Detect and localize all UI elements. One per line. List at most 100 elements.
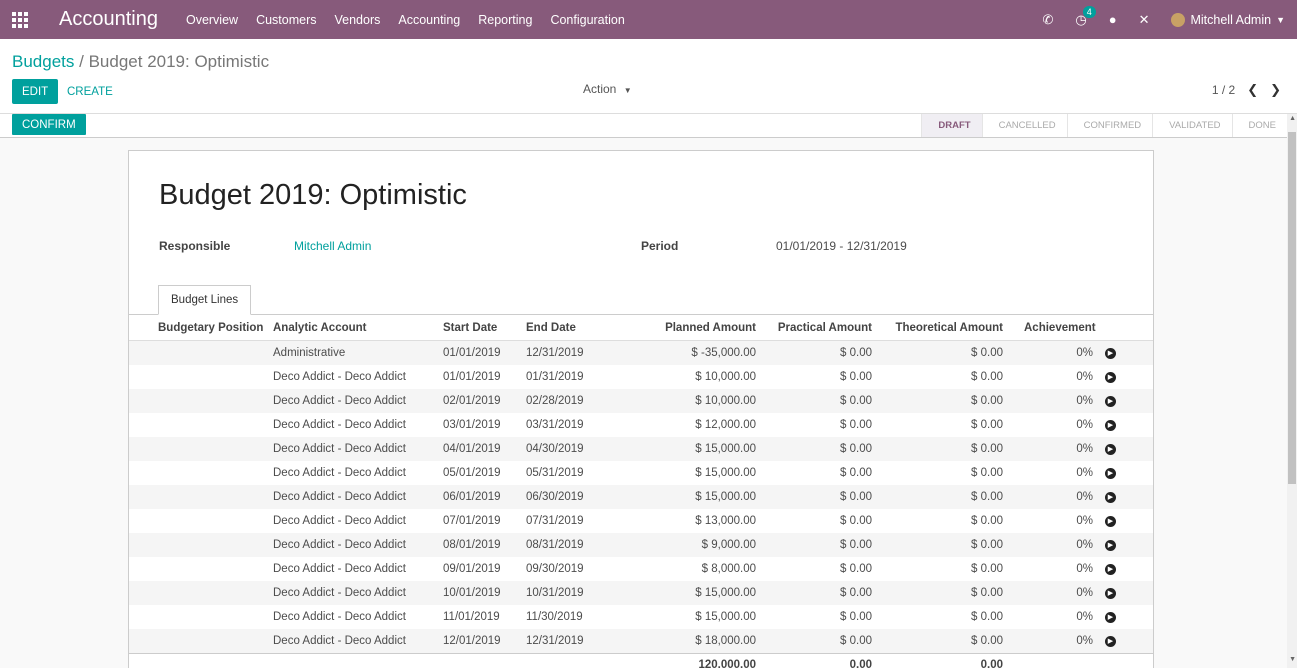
arrow-circle-right-icon[interactable]: ▶ bbox=[1093, 587, 1128, 599]
table-row[interactable]: Deco Addict - Deco Addict 08/01/2019 08/31… bbox=[129, 533, 1153, 557]
col-theoretical-amount[interactable]: Theoretical Amount bbox=[872, 322, 1003, 334]
cell-planned-amount: $ 10,000.00 bbox=[695, 371, 756, 383]
create-button[interactable]: CREATE bbox=[67, 79, 113, 104]
arrow-circle-right-icon[interactable]: ▶ bbox=[1093, 611, 1128, 623]
menu-item-vendors[interactable]: Vendors bbox=[335, 13, 381, 27]
arrow-circle-right-icon[interactable]: ▶ bbox=[1093, 347, 1128, 359]
cell-analytic-account: Deco Addict - Deco Addict bbox=[273, 611, 406, 623]
cell-analytic-account: Deco Addict - Deco Addict bbox=[273, 539, 406, 551]
cell-theoretical-amount: $ 0.00 bbox=[971, 635, 1003, 647]
scroll-down-icon[interactable]: ▼ bbox=[1289, 656, 1296, 663]
col-start-date[interactable]: Start Date bbox=[443, 322, 526, 334]
confirm-button[interactable]: CONFIRM bbox=[12, 114, 86, 135]
menu-item-accounting[interactable]: Accounting bbox=[398, 13, 460, 27]
col-planned-amount[interactable]: Planned Amount bbox=[601, 322, 756, 334]
table-row[interactable]: Deco Addict - Deco Addict 02/01/2019 02/28… bbox=[129, 389, 1153, 413]
table-row[interactable]: Deco Addict - Deco Addict 01/01/2019 01/31… bbox=[129, 365, 1153, 389]
breadcrumb-budgets[interactable]: Budgets bbox=[12, 52, 74, 71]
arrow-circle-right-icon[interactable]: ▶ bbox=[1093, 443, 1128, 455]
clock-icon[interactable]: ◷ 4 bbox=[1075, 5, 1096, 28]
table-row[interactable]: Deco Addict - Deco Addict 10/01/2019 10/31… bbox=[129, 581, 1153, 605]
arrow-circle-right-icon[interactable]: ▶ bbox=[1093, 563, 1128, 575]
table-row[interactable]: Deco Addict - Deco Addict 09/01/2019 09/30… bbox=[129, 557, 1153, 581]
chat-icon[interactable]: ● bbox=[1109, 12, 1117, 27]
cell-theoretical-amount: $ 0.00 bbox=[971, 347, 1003, 359]
arrow-circle-right-icon[interactable]: ▶ bbox=[1093, 371, 1128, 383]
cell-end-date: 09/30/2019 bbox=[526, 563, 584, 575]
arrow-circle-right-icon[interactable]: ▶ bbox=[1093, 395, 1128, 407]
tab-budget-lines[interactable]: Budget Lines bbox=[158, 285, 252, 315]
responsible-value[interactable]: Mitchell Admin bbox=[294, 239, 371, 253]
cell-analytic-account: Deco Addict - Deco Addict bbox=[273, 467, 406, 479]
scrollbar-thumb[interactable] bbox=[1288, 132, 1296, 484]
action-dropdown[interactable]: Action ▼ bbox=[583, 82, 632, 96]
pager-value[interactable]: 1 / 2 bbox=[1212, 83, 1235, 97]
arrow-circle-right-icon[interactable]: ▶ bbox=[1093, 539, 1128, 551]
scroll-up-icon[interactable]: ▲ bbox=[1289, 115, 1296, 122]
cell-end-date: 04/30/2019 bbox=[526, 443, 584, 455]
col-end-date[interactable]: End Date bbox=[526, 322, 601, 334]
table-row[interactable]: Deco Addict - Deco Addict 12/01/2019 12/31… bbox=[129, 629, 1153, 653]
cell-practical-amount: $ 0.00 bbox=[840, 635, 872, 647]
cell-achievement: 0% bbox=[1076, 371, 1093, 383]
user-menu[interactable]: Mitchell Admin ▼ bbox=[1171, 12, 1285, 27]
total-theoretical-amount: 0.00 bbox=[980, 658, 1003, 668]
stage-pipeline: DRAFT CANCELLED CONFIRMED VALIDATED DONE bbox=[921, 114, 1287, 137]
cell-analytic-account: Administrative bbox=[273, 347, 346, 359]
table-row[interactable]: Deco Addict - Deco Addict 07/01/2019 07/31… bbox=[129, 509, 1153, 533]
cell-planned-amount: $ 15,000.00 bbox=[695, 467, 756, 479]
edit-button[interactable]: EDIT bbox=[12, 79, 59, 104]
table-row[interactable]: Deco Addict - Deco Addict 04/01/2019 04/30… bbox=[129, 437, 1153, 461]
cell-end-date: 10/31/2019 bbox=[526, 587, 584, 599]
table-row[interactable]: Administrative 01/01/2019 12/31/2019 $ -35,… bbox=[129, 341, 1153, 365]
table-row[interactable]: Deco Addict - Deco Addict 05/01/2019 05/31… bbox=[129, 461, 1153, 485]
cell-end-date: 12/31/2019 bbox=[526, 347, 584, 359]
close-icon[interactable]: ✕ bbox=[1139, 12, 1150, 28]
app-brand[interactable]: Accounting bbox=[59, 8, 158, 31]
breadcrumb-separator: / bbox=[79, 52, 84, 71]
apps-grid-icon[interactable] bbox=[0, 0, 40, 39]
cell-end-date: 01/31/2019 bbox=[526, 371, 584, 383]
table-row[interactable]: Deco Addict - Deco Addict 11/01/2019 11/30… bbox=[129, 605, 1153, 629]
cell-practical-amount: $ 0.00 bbox=[840, 395, 872, 407]
stage-validated: VALIDATED bbox=[1152, 114, 1231, 137]
cell-theoretical-amount: $ 0.00 bbox=[971, 539, 1003, 551]
chevron-left-icon[interactable]: ❮ bbox=[1247, 82, 1258, 98]
menu-item-configuration[interactable]: Configuration bbox=[550, 13, 624, 27]
cell-start-date: 07/01/2019 bbox=[443, 515, 501, 527]
table-row[interactable]: Deco Addict - Deco Addict 06/01/2019 06/30… bbox=[129, 485, 1153, 509]
arrow-circle-right-icon[interactable]: ▶ bbox=[1093, 491, 1128, 503]
status-bar: CONFIRM DRAFT CANCELLED CONFIRMED VALIDA… bbox=[0, 114, 1287, 138]
cell-achievement: 0% bbox=[1076, 515, 1093, 527]
cell-achievement: 0% bbox=[1076, 563, 1093, 575]
chevron-right-icon[interactable]: ❯ bbox=[1270, 82, 1281, 98]
col-analytic-account[interactable]: Analytic Account bbox=[273, 322, 443, 334]
stage-confirmed: CONFIRMED bbox=[1066, 114, 1153, 137]
cell-planned-amount: $ 15,000.00 bbox=[695, 611, 756, 623]
col-budgetary-position[interactable]: Budgetary Position bbox=[129, 322, 273, 334]
cell-start-date: 02/01/2019 bbox=[443, 395, 501, 407]
arrow-circle-right-icon[interactable]: ▶ bbox=[1093, 467, 1128, 479]
table-row[interactable]: Deco Addict - Deco Addict 03/01/2019 03/31… bbox=[129, 413, 1153, 437]
cell-achievement: 0% bbox=[1076, 467, 1093, 479]
cell-analytic-account: Deco Addict - Deco Addict bbox=[273, 515, 406, 527]
col-practical-amount[interactable]: Practical Amount bbox=[756, 322, 872, 334]
arrow-circle-right-icon[interactable]: ▶ bbox=[1093, 419, 1128, 431]
cell-start-date: 10/01/2019 bbox=[443, 587, 501, 599]
arrow-circle-right-icon[interactable]: ▶ bbox=[1093, 635, 1128, 647]
menu-item-customers[interactable]: Customers bbox=[256, 13, 316, 27]
col-achievement[interactable]: Achievement bbox=[1003, 322, 1096, 334]
cell-analytic-account: Deco Addict - Deco Addict bbox=[273, 371, 406, 383]
cell-achievement: 0% bbox=[1076, 491, 1093, 503]
cell-theoretical-amount: $ 0.00 bbox=[971, 563, 1003, 575]
cell-theoretical-amount: $ 0.00 bbox=[971, 395, 1003, 407]
total-planned-amount: 120,000.00 bbox=[698, 658, 756, 668]
top-navbar: Accounting Overview Customers Vendors Ac… bbox=[0, 0, 1297, 39]
menu-item-reporting[interactable]: Reporting bbox=[478, 13, 532, 27]
cell-theoretical-amount: $ 0.00 bbox=[971, 419, 1003, 431]
menu-item-overview[interactable]: Overview bbox=[186, 13, 238, 27]
phone-icon[interactable]: ✆ bbox=[1042, 12, 1053, 28]
breadcrumb: Budgets / Budget 2019: Optimistic bbox=[12, 52, 269, 72]
responsible-label: Responsible bbox=[159, 239, 231, 253]
arrow-circle-right-icon[interactable]: ▶ bbox=[1093, 515, 1128, 527]
